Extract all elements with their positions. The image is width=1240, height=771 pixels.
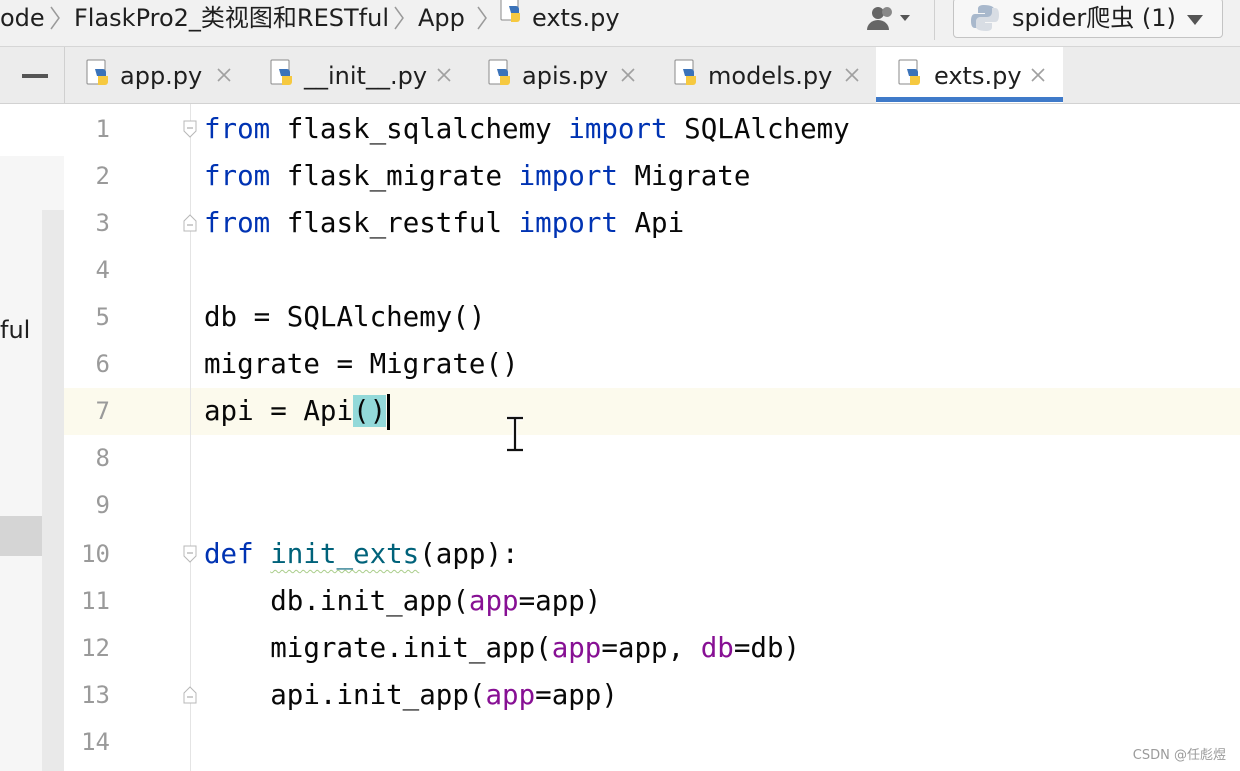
code-text: migrate = Migrate() xyxy=(204,348,519,380)
tab-label: app.py xyxy=(120,62,203,90)
python-file-icon xyxy=(270,59,298,93)
code-line-1[interactable]: 1 from flask_sqlalchemy import SQLAlchem… xyxy=(64,106,1240,153)
watermark: CSDN @任彪煜 xyxy=(1132,748,1226,763)
editor-tab-bar: app.py __init__.py apis.py models.py ext… xyxy=(0,47,1240,104)
project-panel-header xyxy=(0,104,64,156)
code-text: from flask_restful import Api xyxy=(204,207,685,239)
breadcrumb-item-folder[interactable]: FlaskPro2_类视图和RESTful xyxy=(74,0,389,40)
line-number: 3 xyxy=(95,209,110,237)
breadcrumb-separator-icon xyxy=(48,4,62,32)
text-caret xyxy=(387,394,391,430)
line-number: 10 xyxy=(81,540,110,568)
navigation-bar: ode FlaskPro2_类视图和RESTful App exts.py sp… xyxy=(0,0,1240,47)
tab-label: apis.py xyxy=(522,62,609,90)
tab-apis-py[interactable]: apis.py xyxy=(488,47,650,103)
close-icon[interactable] xyxy=(1030,67,1046,83)
line-number: 5 xyxy=(95,303,110,331)
tab-models-py[interactable]: models.py xyxy=(674,47,864,103)
code-line-2[interactable]: 2 from flask_migrate import Migrate xyxy=(64,153,1240,200)
close-icon[interactable] xyxy=(620,67,636,83)
python-file-icon xyxy=(898,59,926,93)
line-number: 14 xyxy=(81,728,110,756)
code-line-6[interactable]: 6 migrate = Migrate() xyxy=(64,341,1240,388)
code-editor[interactable]: 1 from flask_sqlalchemy import SQLAlchem… xyxy=(64,104,1240,771)
code-text: db = SQLAlchemy() xyxy=(204,301,486,333)
python-file-icon xyxy=(488,59,516,93)
code-line-5[interactable]: 5 db = SQLAlchemy() xyxy=(64,294,1240,341)
breadcrumb-item-app[interactable]: App xyxy=(418,0,465,40)
fold-start-icon[interactable] xyxy=(182,120,198,138)
hide-panel-icon[interactable] xyxy=(22,74,48,78)
code-text: migrate.init_app(app=app, db=db) xyxy=(204,632,801,664)
code-line-9[interactable]: 9 xyxy=(64,482,1240,529)
line-number: 12 xyxy=(81,634,110,662)
python-file-icon xyxy=(500,0,526,35)
line-number: 11 xyxy=(81,587,110,615)
python-file-icon xyxy=(674,59,702,93)
matched-brackets: () xyxy=(353,395,387,427)
code-line-4[interactable]: 4 xyxy=(64,247,1240,294)
project-panel-scrollbar[interactable] xyxy=(42,210,64,771)
code-text: def init_exts(app): xyxy=(204,538,519,570)
active-tab-indicator xyxy=(876,97,1063,102)
user-group-icon xyxy=(867,7,910,30)
close-icon[interactable] xyxy=(436,67,452,83)
tab-init-py[interactable]: __init__.py xyxy=(270,47,466,103)
vcs-user-menu[interactable] xyxy=(862,4,920,34)
code-line-10[interactable]: 10 def init_exts(app): xyxy=(64,531,1240,578)
chevron-down-icon xyxy=(1186,11,1204,30)
code-text: db.init_app(app=app) xyxy=(204,585,602,617)
code-line-7[interactable]: 7 api = Api() xyxy=(64,388,1240,435)
python-file-icon xyxy=(86,59,114,93)
tab-label: models.py xyxy=(708,62,833,90)
code-text: api.init_app(app=app) xyxy=(204,679,618,711)
tab-exts-py[interactable]: exts.py xyxy=(876,47,1063,103)
line-number: 2 xyxy=(95,162,110,190)
code-text: from flask_sqlalchemy import SQLAlchemy xyxy=(204,113,850,145)
toolbar-divider xyxy=(934,0,935,40)
breadcrumb-file-label: exts.py xyxy=(532,4,620,32)
breadcrumb-item-file[interactable]: exts.py xyxy=(500,0,620,40)
breadcrumb-separator-icon xyxy=(392,4,406,32)
run-configuration-label: spider爬虫 (1) xyxy=(1012,4,1176,32)
line-number: 4 xyxy=(95,256,110,284)
python-logo-icon xyxy=(970,3,1000,37)
fold-start-icon[interactable] xyxy=(182,545,198,563)
code-line-11[interactable]: 11 db.init_app(app=app) xyxy=(64,578,1240,625)
project-tree-item[interactable]: ful xyxy=(0,314,30,346)
fold-end-icon[interactable] xyxy=(182,686,198,704)
mouse-ibeam-cursor-icon xyxy=(504,415,526,453)
line-number: 1 xyxy=(95,115,110,143)
fold-end-icon[interactable] xyxy=(182,214,198,232)
tabbar-divider xyxy=(64,47,65,103)
line-number: 8 xyxy=(95,444,110,472)
code-line-14[interactable]: 14 xyxy=(64,719,1240,766)
breadcrumb-separator-icon xyxy=(475,4,489,32)
close-icon[interactable] xyxy=(216,67,232,83)
tab-label: __init__.py xyxy=(304,62,428,90)
code-line-12[interactable]: 12 migrate.init_app(app=app, db=db) xyxy=(64,625,1240,672)
run-configuration-selector[interactable]: spider爬虫 (1) xyxy=(953,0,1223,38)
function-name: init_exts xyxy=(270,538,420,570)
project-tool-window: ful xyxy=(0,104,64,771)
code-line-13[interactable]: 13 api.init_app(app=app) xyxy=(64,672,1240,719)
code-line-8[interactable]: 8 xyxy=(64,435,1240,482)
code-line-3[interactable]: 3 from flask_restful import Api xyxy=(64,200,1240,247)
line-number: 9 xyxy=(95,491,110,519)
tab-app-py[interactable]: app.py xyxy=(86,47,246,103)
line-number: 6 xyxy=(95,350,110,378)
breadcrumb-item-project[interactable]: ode xyxy=(0,0,45,40)
line-number: 13 xyxy=(81,681,110,709)
code-text: from flask_migrate import Migrate xyxy=(204,160,751,192)
close-icon[interactable] xyxy=(844,67,860,83)
code-text: api = Api() xyxy=(204,388,391,435)
line-number: 7 xyxy=(95,397,110,425)
